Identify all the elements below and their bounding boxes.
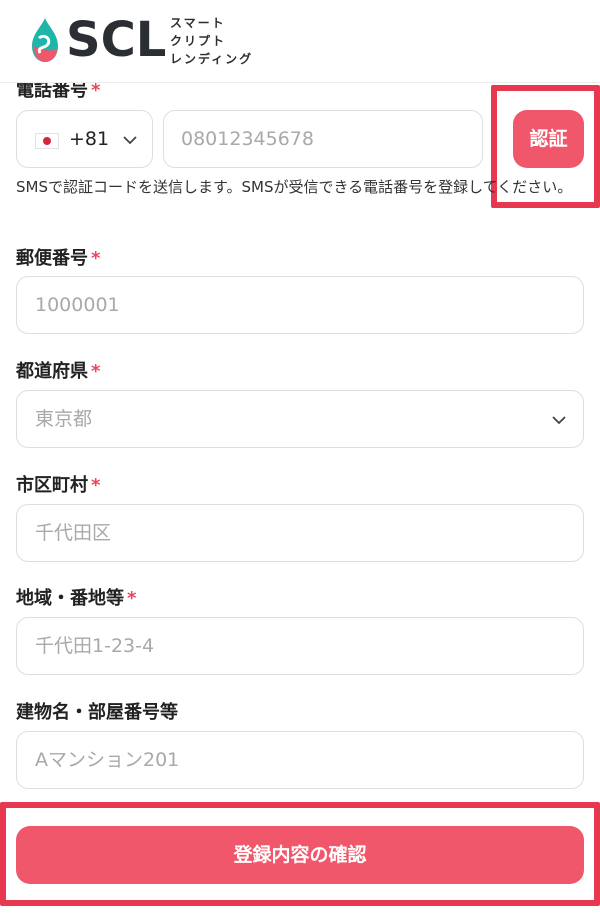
country-code-value: +81: [69, 128, 110, 150]
country-code-select[interactable]: +81: [16, 110, 153, 168]
building-placeholder: Aマンション201: [35, 749, 180, 771]
chevron-down-icon: [123, 136, 137, 145]
city-input[interactable]: 千代田区: [16, 504, 584, 562]
area-placeholder: 千代田1-23-4: [35, 635, 155, 657]
required-mark: *: [91, 80, 101, 101]
city-label: 市区町村 *: [16, 475, 101, 496]
logo-drop-icon: [32, 18, 58, 62]
building-label: 建物名・部屋番号等: [16, 702, 178, 723]
required-mark: *: [127, 588, 137, 609]
prefecture-value: 東京都: [35, 408, 93, 430]
phone-placeholder: 08012345678: [181, 128, 314, 150]
app-header: SCL スマート クリプト レンディング: [0, 0, 600, 83]
area-label: 地域・番地等 *: [16, 588, 137, 609]
chevron-down-icon: [552, 416, 566, 425]
logo-text: SCL: [66, 12, 167, 68]
required-mark: *: [91, 475, 101, 496]
phone-input[interactable]: 08012345678: [163, 110, 483, 168]
required-mark: *: [91, 248, 101, 269]
prefecture-select[interactable]: 東京都: [16, 390, 584, 448]
logo-subtitle: スマート クリプト レンディング: [170, 16, 254, 66]
postal-label: 郵便番号 *: [16, 248, 101, 269]
japan-flag-icon: [35, 133, 59, 149]
registration-form: 電話番号 * +81 08012345678 認証 SMSで認証コードを送信します…: [0, 0, 600, 921]
required-mark: *: [91, 361, 101, 382]
area-input[interactable]: 千代田1-23-4: [16, 617, 584, 675]
postal-placeholder: 1000001: [35, 294, 120, 316]
prefecture-label: 都道府県 *: [16, 361, 101, 382]
building-input[interactable]: Aマンション201: [16, 731, 584, 789]
phone-hint: SMSで認証コードを送信します。SMSが受信できる電話番号を登録してください。: [16, 178, 573, 196]
city-placeholder: 千代田区: [35, 522, 112, 544]
postal-code-input[interactable]: 1000001: [16, 276, 584, 334]
submit-highlight-frame: [0, 802, 600, 906]
